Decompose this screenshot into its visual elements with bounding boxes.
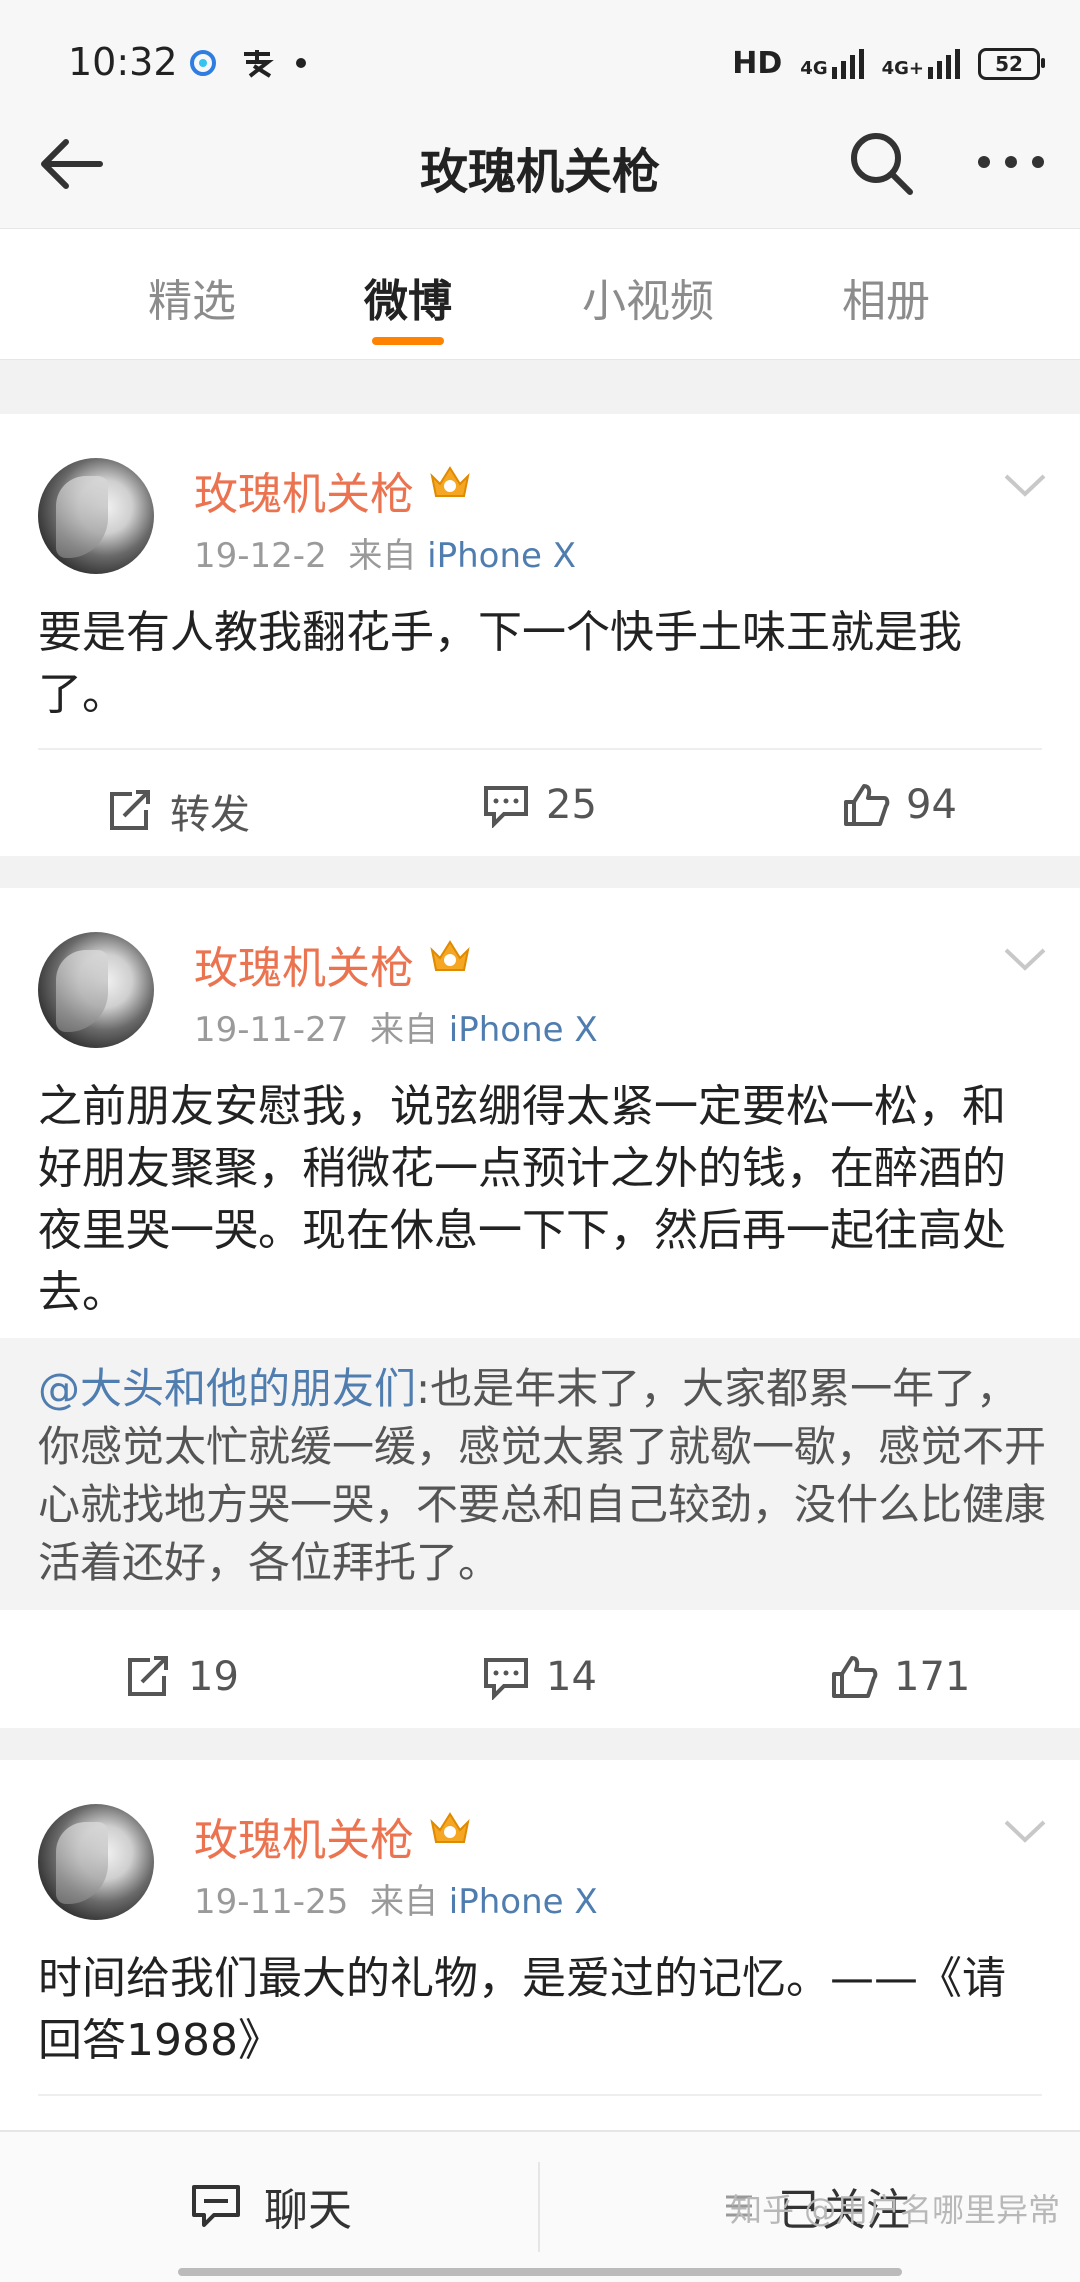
post-source[interactable]: iPhone X	[449, 1010, 598, 1050]
post-source[interactable]: iPhone X	[449, 1882, 598, 1922]
vip-crown-icon	[430, 940, 470, 971]
thumbs-up-icon	[832, 1656, 878, 1698]
like-count: 94	[906, 782, 957, 828]
divider	[38, 748, 1042, 750]
chevron-down-icon[interactable]	[1002, 470, 1048, 500]
tab-album[interactable]: 相册	[842, 265, 930, 329]
comment-count: 14	[546, 1654, 597, 1700]
nav-bar: 玫瑰机关枪	[0, 100, 1080, 228]
like-button[interactable]: 171	[830, 1654, 970, 1700]
tab-weibo[interactable]: 微博	[364, 265, 452, 329]
post-meta: 19-12-2 来自 iPhone X	[194, 528, 576, 577]
active-tab-indicator	[372, 337, 444, 345]
source-prefix: 来自	[369, 1882, 438, 1922]
like-button[interactable]: 94	[842, 782, 957, 828]
comment-count: 25	[546, 782, 597, 828]
search-icon[interactable]	[846, 128, 916, 198]
repost-icon	[128, 1656, 168, 1696]
chat-icon	[192, 2185, 240, 2227]
vip-crown-icon	[430, 466, 470, 497]
post-text: 之前朋友安慰我，说弦绷得太紧一定要松一松，和好朋友聚聚，稍微花一点预计之外的钱，…	[38, 1081, 1006, 1318]
repost-button[interactable]: 转发	[106, 782, 250, 840]
avatar[interactable]	[38, 1804, 154, 1920]
thumbs-up-icon	[844, 784, 890, 826]
source-prefix: 来自	[369, 1010, 438, 1050]
repost-label: 转发	[170, 792, 250, 838]
post-card: 玫瑰机关枪 19-11-27 来自 iPhone X 之前朋友安慰我，说弦绷得太…	[0, 888, 1080, 1728]
signal-2-icon: 4G+	[881, 48, 960, 79]
post-date: 19-12-2	[194, 536, 327, 576]
tab-featured[interactable]: 精选	[148, 265, 236, 329]
retweeted-post[interactable]: @大头和他的朋友们:也是年末了，大家都累一年了，你感觉太忙就缓一缓，感觉太累了就…	[0, 1338, 1080, 1610]
chevron-down-icon[interactable]	[1002, 1816, 1048, 1846]
profile-tabs: 精选 微博 小视频 相册	[0, 228, 1080, 360]
status-time: 10:32	[68, 40, 178, 84]
chevron-down-icon[interactable]	[1002, 944, 1048, 974]
home-indicator[interactable]	[178, 2268, 902, 2276]
post-actions: 转发 25 94	[0, 756, 1080, 856]
avatar[interactable]	[38, 932, 154, 1048]
post-meta: 19-11-27 来自 iPhone X	[194, 1002, 598, 1051]
watermark: 知乎 @用户名哪里异常	[730, 2191, 1061, 2229]
comment-icon	[484, 1658, 528, 1700]
chat-button[interactable]: 聊天	[190, 2174, 352, 2238]
alipay-notification-icon	[244, 50, 274, 78]
repost-icon	[110, 790, 150, 830]
post-actions: 19 14 171	[0, 1628, 1080, 1728]
post-card: 玫瑰机关枪 19-11-25 来自 iPhone X 时间给我们最大的礼物，是爱…	[0, 1760, 1080, 2130]
repost-count: 19	[188, 1654, 239, 1700]
hd-indicator: HD	[732, 46, 783, 81]
dot-icon	[296, 58, 306, 68]
battery-icon: 52	[978, 47, 1045, 80]
page-title: 玫瑰机关枪	[419, 144, 660, 200]
chat-label: 聊天	[264, 2185, 352, 2236]
divider	[538, 2162, 540, 2252]
retweeted-text: @大头和他的朋友们:也是年末了，大家都累一年了，你感觉太忙就缓一缓，感觉太累了就…	[38, 1360, 1048, 1592]
comment-icon	[484, 786, 528, 828]
vip-crown-icon	[430, 1812, 470, 1843]
comment-button[interactable]: 14	[482, 1654, 597, 1700]
browser-notification-icon	[190, 50, 216, 76]
signal-1-icon: 4G	[800, 48, 864, 79]
status-right: HD 4G 4G+ 52	[732, 46, 1045, 81]
tab-short-video[interactable]: 小视频	[582, 265, 714, 329]
post-date: 19-11-25	[194, 1882, 349, 1922]
avatar[interactable]	[38, 458, 154, 574]
comment-button[interactable]: 25	[482, 782, 597, 828]
like-count: 171	[894, 1654, 971, 1700]
post-meta: 19-11-25 来自 iPhone X	[194, 1874, 598, 1923]
signal-2-label: 4G+	[881, 57, 924, 79]
signal-1-label: 4G	[800, 57, 828, 79]
divider	[38, 2094, 1042, 2096]
source-prefix: 来自	[348, 536, 417, 576]
post-date: 19-11-27	[194, 1010, 349, 1050]
post-card: 玫瑰机关枪 19-12-2 来自 iPhone X 要是有人教我翻花手，下一个快…	[0, 414, 1080, 856]
user-name[interactable]: 玫瑰机关枪	[194, 1804, 414, 1868]
post-source[interactable]: iPhone X	[427, 536, 576, 576]
mention-link[interactable]: @大头和他的朋友们	[38, 1364, 416, 1413]
user-name[interactable]: 玫瑰机关枪	[194, 932, 414, 996]
post-text: 要是有人教我翻花手，下一个快手土味王就是我了。	[38, 607, 962, 720]
user-name[interactable]: 玫瑰机关枪	[194, 458, 414, 522]
post-text: 时间给我们最大的礼物，是爱过的记忆。——《请回答1988》	[38, 1953, 1006, 2066]
more-icon[interactable]	[976, 152, 1046, 172]
repost-button[interactable]: 19	[124, 1654, 239, 1700]
